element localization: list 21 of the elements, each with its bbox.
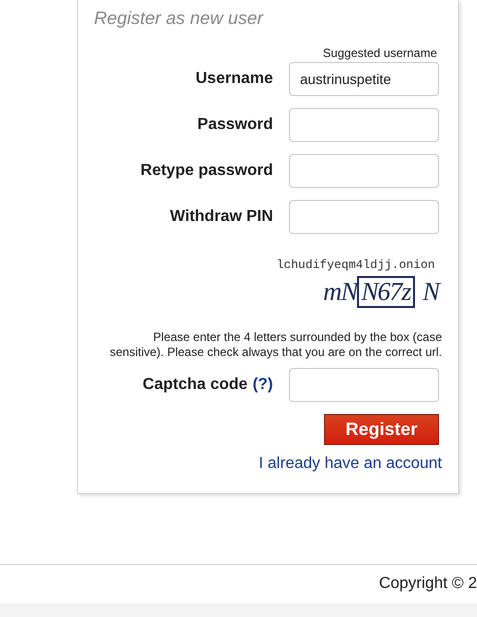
hint-text: Suggested username bbox=[322, 46, 437, 60]
field-label: Retype password bbox=[140, 162, 273, 180]
captcha-text: mN bbox=[323, 277, 358, 307]
input-field[interactable] bbox=[289, 368, 439, 402]
help-link[interactable]: (?) bbox=[252, 376, 273, 394]
copyright-text: Copyright © 2 bbox=[378, 575, 477, 593]
login-link[interactable]: I already have an account bbox=[258, 455, 442, 473]
field-label: Password bbox=[197, 116, 273, 134]
input-field[interactable] bbox=[289, 200, 439, 234]
input-field[interactable] bbox=[289, 154, 439, 188]
captcha-text: N bbox=[422, 277, 439, 307]
field-label: Captcha code bbox=[142, 376, 248, 394]
input-field[interactable] bbox=[289, 108, 439, 142]
form-title: Register as new user bbox=[94, 8, 265, 30]
field-label: Username bbox=[196, 70, 273, 88]
field-label: Withdraw PIN bbox=[170, 208, 273, 226]
instructions-text: Please enter the 4 letters surrounded by the box (case sensitive). Please check always that you are on the correct url. bbox=[108, 330, 442, 360]
domain-text: lchudifyeqm4ldjj.onion bbox=[276, 258, 435, 272]
input-field[interactable]: austrinuspetite bbox=[289, 62, 439, 96]
captcha-boxed-text: N67z bbox=[357, 276, 415, 308]
register-button[interactable]: Register bbox=[324, 414, 439, 445]
